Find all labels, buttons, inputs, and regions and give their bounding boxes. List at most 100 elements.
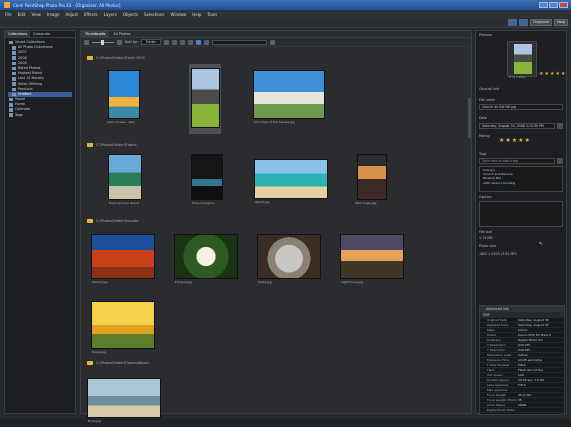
metadata-key: Color Space (487, 403, 505, 407)
navigation-panel: Collections Computer Smart Collections Al… (4, 30, 76, 414)
workspace-tabs: Organize Help (508, 19, 568, 26)
photo-thumbnail[interactable]: Tulips.jpg (92, 302, 156, 358)
rating-label: Rating (479, 134, 490, 138)
menu-window[interactable]: Window (171, 12, 187, 17)
caption-label: Caption (479, 195, 492, 199)
help-button[interactable]: Help (554, 19, 568, 26)
tab-all-photos[interactable]: All Photos (109, 31, 134, 37)
folder-group-header[interactable]: C:\Photos\Folder\Travel 2009 (87, 56, 145, 60)
metadata-key: Max Aperture (487, 388, 508, 392)
thumbnail-view-icon[interactable] (195, 39, 201, 45)
thumbnail-grid: C:\Photos\Folder\Travel 2009 C:\Photos\F… (81, 48, 471, 423)
file-name-field[interactable]: Church on the hill.jpg (479, 104, 563, 110)
thumbnail-caption: Churches of the Square.jpg (254, 120, 295, 124)
photo-thumbnail[interactable]: Island.jpg (255, 160, 329, 210)
filter-icon[interactable] (163, 39, 169, 45)
zoom-in-icon[interactable] (117, 39, 122, 45)
metadata-value: F/8.0 (518, 383, 526, 387)
folder-icon (12, 51, 16, 55)
general-info-label: General Info (479, 87, 500, 91)
info-panel: Preview 3 of 5 stars ★★★★★ General Info … (475, 30, 567, 415)
metadata-value: 100 (518, 373, 524, 377)
express-lab-button[interactable] (519, 19, 529, 26)
sort-select[interactable]: Folder (140, 39, 161, 45)
folder-icon (9, 103, 13, 107)
tab-computer[interactable]: Computer (30, 31, 53, 37)
rating-stars[interactable]: ★★★★★ (499, 137, 531, 144)
tag-input[interactable]: Type here to add a tag (479, 158, 555, 164)
search-icon[interactable] (269, 39, 275, 45)
calendar-icon[interactable] (557, 123, 563, 129)
scrollbar-thumb[interactable] (468, 98, 471, 138)
thumbnail-caption: Island.jpg (255, 200, 270, 204)
top-toolbar: Organize Help (0, 18, 571, 28)
close-button[interactable] (559, 2, 568, 8)
folder-icon (87, 361, 93, 365)
menu-image[interactable]: Image (47, 12, 60, 17)
sort-label: Sort by: (125, 40, 138, 44)
menu-edit[interactable]: Edit (18, 12, 26, 17)
menu-help[interactable]: Help (192, 12, 201, 17)
search-input[interactable] (211, 39, 267, 45)
organize-button[interactable]: Organize (530, 19, 553, 26)
rotate-left-icon[interactable] (179, 39, 185, 45)
photo-thumbnail[interactable]: Lake houses - lake (107, 71, 143, 131)
tag-item[interactable]: 19th century building (483, 181, 559, 185)
folder-group-header[interactable]: C:\Photos\Folder\Tropics (87, 143, 137, 147)
photo-thumbnail[interactable]: Tropical Cove Island (109, 155, 145, 211)
metadata-value: Canon (518, 328, 528, 332)
photo-thumbnail[interactable]: Birds.jpg (88, 379, 162, 427)
thumbnail-caption: Lighthouse.jpg (341, 280, 364, 284)
details-view-icon[interactable] (203, 39, 209, 45)
tab-thumbnails[interactable]: Thumbnails (81, 31, 110, 37)
folder-icon (12, 46, 16, 50)
tab-collections[interactable]: Collections (5, 31, 31, 37)
folder-icon (87, 219, 93, 223)
browser-tabs: Thumbnails All Photos (81, 31, 471, 38)
preview-label: Preview (479, 33, 492, 37)
minimize-button[interactable] (539, 2, 548, 8)
file-size-label: File size (479, 230, 492, 234)
photo-thumbnail[interactable]: Flowers.jpg (175, 235, 239, 291)
menu-layers[interactable]: Layers (104, 12, 117, 17)
date-field[interactable]: Saturday, August 30, 2008 3:15:30 PM (479, 123, 555, 129)
tree-item[interactable]: Tags (8, 113, 72, 118)
photo-thumbnail[interactable]: Palm trees.jpg (355, 155, 391, 211)
metadata-value: 35.0 mm (518, 393, 532, 397)
preview-rating-caption: 3 of 5 stars (509, 75, 526, 79)
menu-selections[interactable]: Selections (144, 12, 165, 17)
zoom-out-icon[interactable] (84, 39, 89, 45)
thumbnail-size-slider[interactable] (92, 39, 114, 45)
thumbnail-caption: Tulips.jpg (92, 350, 107, 354)
metadata-value: 1/125 sec. 7.0 EV (518, 378, 545, 382)
menu-tools[interactable]: Tools (207, 12, 217, 17)
full-editor-button[interactable] (508, 19, 518, 26)
photo-thumbnail[interactable]: Tropical lagoon (192, 155, 224, 211)
collection-tree: Smart Collections All Photo Collections 20… (5, 38, 75, 120)
preview-star-rating[interactable]: ★★★★★ (539, 71, 566, 77)
menu-objects[interactable]: Objects (123, 12, 138, 17)
rotate-right-icon[interactable] (187, 39, 193, 45)
tag-icon[interactable] (171, 39, 177, 45)
metadata-value: 35 (518, 398, 522, 402)
folder-group-header[interactable]: C:\Photos\Folder\Flowers\Beach (87, 361, 150, 365)
photo-thumbnail[interactable]: Lighthouse.jpg (341, 235, 405, 291)
metadata-value: Inches (518, 353, 528, 357)
window-title: Corel PaintShop Photo Pro X3 - [Organize… (13, 2, 121, 8)
caption-field[interactable] (479, 201, 563, 227)
browser-scrollbar[interactable] (468, 38, 471, 413)
photo-thumbnail[interactable]: Desert.jpg (92, 235, 156, 291)
metadata-key: Focal Length 35mm (487, 398, 517, 402)
maximize-button[interactable] (549, 2, 558, 8)
menu-effects[interactable]: Effects (84, 12, 98, 17)
menu-adjust[interactable]: Adjust (65, 12, 78, 17)
metadata-value: 240 DPI (518, 348, 530, 352)
photo-thumbnail-selected[interactable] (189, 64, 221, 134)
add-tag-icon[interactable] (557, 158, 563, 164)
folder-icon (12, 71, 16, 76)
folder-group-header[interactable]: C:\Photos\Folder\Sunsets (87, 219, 138, 223)
menu-view[interactable]: View (31, 12, 41, 17)
photo-thumbnail[interactable]: Churches of the Square.jpg (254, 71, 326, 131)
menu-file[interactable]: File (5, 12, 12, 17)
photo-thumbnail[interactable]: Koala.jpg (258, 235, 322, 291)
